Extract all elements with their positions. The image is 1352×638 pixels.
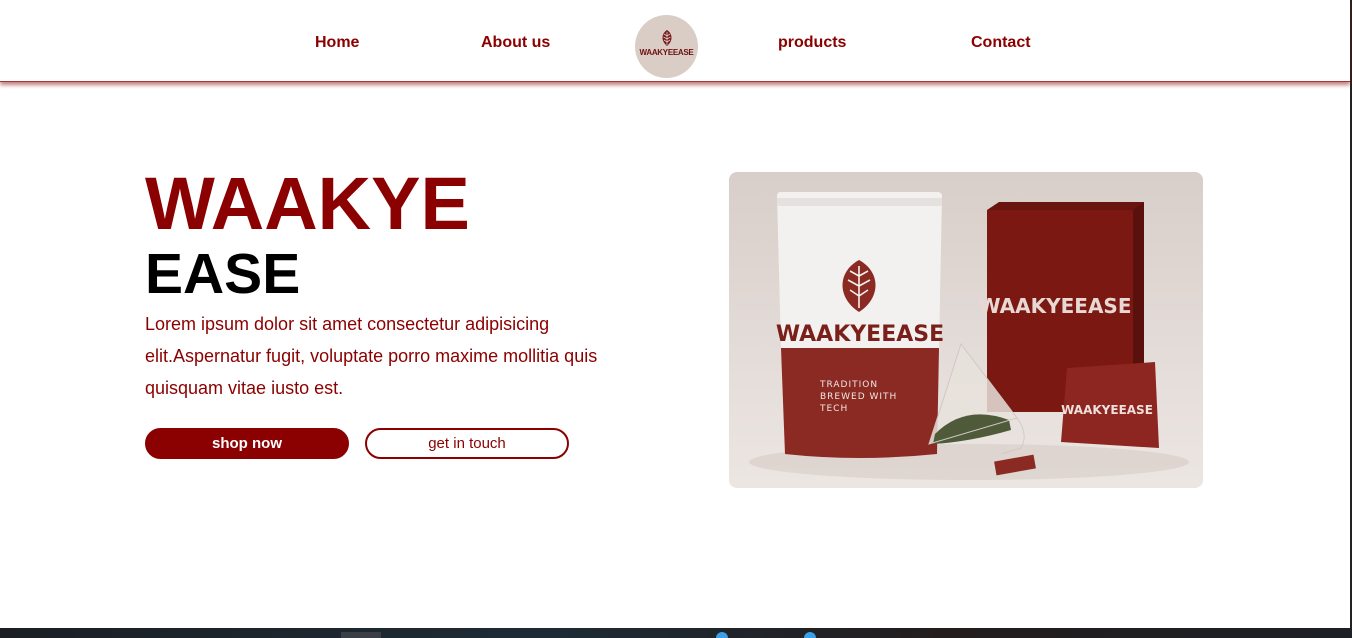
hero-title-waakye: WAAKYE (145, 162, 470, 245)
taskbar-app-icon[interactable] (716, 632, 728, 638)
os-taskbar (0, 628, 1352, 638)
taskbar-app-icon[interactable] (804, 632, 816, 638)
nav-products-link[interactable]: products (778, 34, 846, 52)
logo-text: WAAKYEEASE (639, 48, 694, 57)
pouch-tagline-line-3: TECH (819, 404, 848, 414)
nav-home-link[interactable]: Home (315, 34, 359, 52)
hero-title-ease: EASE (145, 242, 301, 306)
sachet-brand-text: WAAKYEEASE (1061, 403, 1153, 417)
shop-now-button[interactable]: shop now (145, 428, 349, 459)
get-in-touch-button[interactable]: get in touch (365, 428, 569, 459)
pouch-tagline-line-1: TRADITION (819, 380, 878, 390)
top-navbar: Home About us WAAKYEEASE products Contac… (0, 0, 1350, 82)
leaf-icon (662, 30, 671, 46)
brand-logo[interactable]: WAAKYEEASE (635, 15, 698, 78)
pouch-brand-text: WAAKYEEASE (776, 322, 944, 347)
nav-about-link[interactable]: About us (481, 34, 550, 52)
nav-contact-link[interactable]: Contact (971, 34, 1031, 52)
product-illustration: WAAKYEEASE TRADITION BREWED WITH TECH WA… (749, 192, 1189, 480)
hero-description: Lorem ipsum dolor sit amet consectetur a… (145, 314, 598, 398)
pouch-tagline-line-2: BREWED WITH (820, 392, 897, 402)
box-brand-text: WAAKYEEASE (979, 294, 1132, 318)
taskbar-app-button[interactable] (341, 632, 381, 638)
product-image: WAAKYEEASE TRADITION BREWED WITH TECH WA… (729, 172, 1203, 488)
